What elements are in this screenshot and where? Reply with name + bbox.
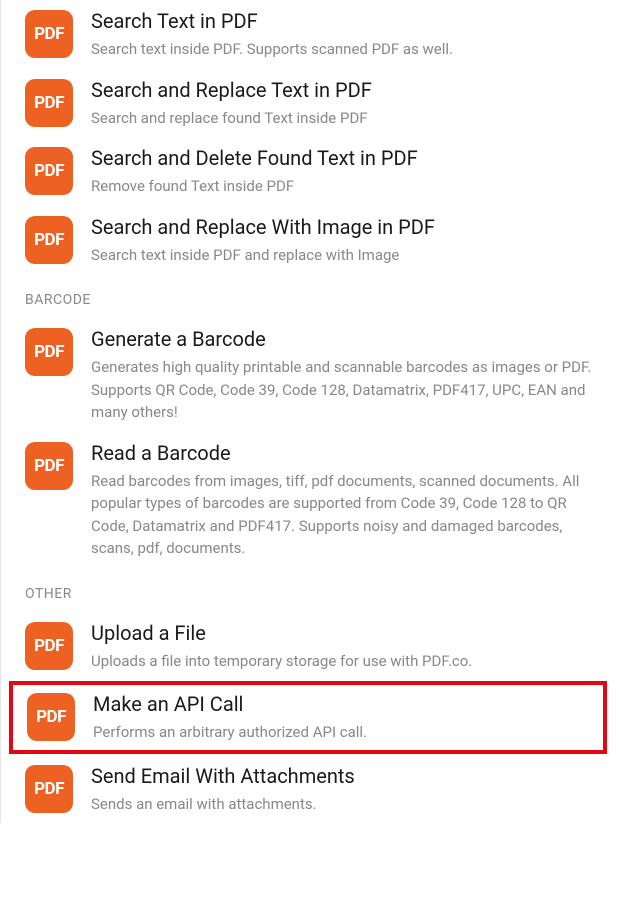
action-desc: Performs an arbitrary authorized API cal… — [93, 721, 593, 744]
action-text-block: Search and Delete Found Text in PDF Remo… — [91, 145, 601, 198]
pdf-icon-text: PDF — [34, 636, 64, 656]
pdf-icon: PDF — [25, 79, 73, 127]
action-search-replace-with-image-in-pdf[interactable]: PDF Search and Replace With Image in PDF… — [1, 206, 619, 275]
action-desc: Search text inside PDF and replace with … — [91, 244, 601, 267]
action-title: Read a Barcode — [91, 440, 601, 467]
action-generate-barcode[interactable]: PDF Generate a Barcode Generates high qu… — [1, 318, 619, 432]
pdf-icon-text: PDF — [34, 456, 64, 476]
pdf-icon-text: PDF — [34, 93, 64, 113]
action-search-delete-text-in-pdf[interactable]: PDF Search and Delete Found Text in PDF … — [1, 137, 619, 206]
action-text-block: Generate a Barcode Generates high qualit… — [91, 326, 601, 424]
action-desc: Search and replace found Text inside PDF — [91, 107, 601, 130]
action-desc: Generates high quality printable and sca… — [91, 356, 601, 424]
action-search-replace-text-in-pdf[interactable]: PDF Search and Replace Text in PDF Searc… — [1, 69, 619, 138]
pdf-icon-text: PDF — [34, 779, 64, 799]
section-header-other: OTHER — [1, 568, 619, 612]
action-title: Search Text in PDF — [91, 8, 601, 35]
action-text-block: Search Text in PDF Search text inside PD… — [91, 8, 601, 61]
action-title: Generate a Barcode — [91, 326, 601, 353]
pdf-icon: PDF — [25, 442, 73, 490]
action-text-block: Upload a File Uploads a file into tempor… — [91, 620, 601, 673]
action-make-api-call[interactable]: PDF Make an API Call Performs an arbitra… — [13, 685, 603, 750]
action-desc: Sends an email with attachments. — [91, 793, 601, 816]
action-text-block: Read a Barcode Read barcodes from images… — [91, 440, 601, 560]
pdf-icon: PDF — [25, 328, 73, 376]
pdf-icon: PDF — [25, 765, 73, 813]
action-text-block: Search and Replace With Image in PDF Sea… — [91, 214, 601, 267]
action-desc: Uploads a file into temporary storage fo… — [91, 650, 601, 673]
action-title: Upload a File — [91, 620, 601, 647]
pdf-icon-text: PDF — [34, 342, 64, 362]
action-desc: Read barcodes from images, tiff, pdf doc… — [91, 470, 601, 560]
action-text-block: Make an API Call Performs an arbitrary a… — [93, 691, 593, 744]
action-upload-file[interactable]: PDF Upload a File Uploads a file into te… — [1, 612, 619, 681]
action-read-barcode[interactable]: PDF Read a Barcode Read barcodes from im… — [1, 432, 619, 568]
pdf-icon-text: PDF — [34, 24, 64, 44]
action-title: Search and Delete Found Text in PDF — [91, 145, 601, 172]
section-header-barcode: BARCODE — [1, 274, 619, 318]
pdf-icon: PDF — [25, 622, 73, 670]
action-send-email-with-attachments[interactable]: PDF Send Email With Attachments Sends an… — [1, 755, 619, 824]
pdf-icon: PDF — [25, 147, 73, 195]
action-text-block: Search and Replace Text in PDF Search an… — [91, 77, 601, 130]
pdf-icon: PDF — [27, 693, 75, 741]
pdf-icon-text: PDF — [34, 161, 64, 181]
action-desc: Remove found Text inside PDF — [91, 175, 601, 198]
action-title: Search and Replace With Image in PDF — [91, 214, 601, 241]
pdf-icon: PDF — [25, 10, 73, 58]
action-text-block: Send Email With Attachments Sends an ema… — [91, 763, 601, 816]
action-title: Make an API Call — [93, 691, 593, 718]
action-search-text-in-pdf[interactable]: PDF Search Text in PDF Search text insid… — [1, 0, 619, 69]
action-desc: Search text inside PDF. Supports scanned… — [91, 38, 601, 61]
pdf-icon: PDF — [25, 216, 73, 264]
highlight-box: PDF Make an API Call Performs an arbitra… — [9, 681, 607, 754]
pdf-icon-text: PDF — [34, 230, 64, 250]
pdf-icon-text: PDF — [36, 707, 66, 727]
action-title: Send Email With Attachments — [91, 763, 601, 790]
action-title: Search and Replace Text in PDF — [91, 77, 601, 104]
